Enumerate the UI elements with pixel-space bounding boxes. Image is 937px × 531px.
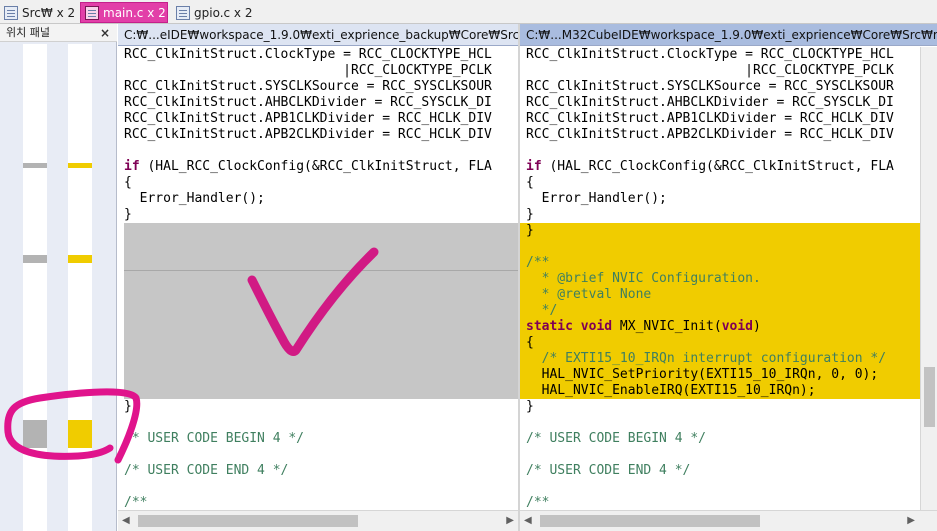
code-line: {	[526, 175, 534, 190]
code-line: HAL_NVIC_EnableIRQ(EXTI15_10_IRQn);	[526, 383, 816, 398]
code-line: |RCC_CLOCKTYPE_PCLK	[124, 63, 492, 78]
tab-label: Src₩ x 2	[22, 5, 76, 20]
code-line: RCC_ClkInitStruct.AHBCLKDivider = RCC_SY…	[124, 95, 492, 110]
location-pane: 위치 패널 ×	[0, 24, 117, 531]
tab-label: main.c x 2	[103, 5, 166, 20]
diff-marker-removed[interactable]	[23, 255, 47, 263]
scroll-thumb[interactable]	[924, 367, 935, 427]
scroll-left-icon[interactable]: ◀	[122, 514, 130, 528]
diff-marker-removed[interactable]	[23, 163, 47, 168]
code-line: }	[124, 207, 132, 222]
code-line: /* USER CODE BEGIN 4 */	[526, 431, 707, 446]
code-line: /* USER CODE BEGIN 4 */	[124, 431, 305, 446]
location-strip-right[interactable]	[68, 44, 92, 531]
scroll-thumb[interactable]	[540, 515, 760, 527]
left-file-path: C:₩...eIDE₩workspace_1.9.0₩exti_exprienc…	[118, 24, 518, 46]
code-line: * @retval None	[526, 287, 652, 302]
right-code-pane[interactable]: RCC_ClkInitStruct.ClockType = RCC_CLOCKT…	[520, 47, 920, 514]
code-line: RCC_ClkInitStruct.APB2CLKDivider = RCC_H…	[124, 127, 492, 142]
code-line: /* EXTI15_10_IRQn interrupt configuratio…	[526, 351, 887, 366]
right-file-path: C:₩...M32CubeIDE₩workspace_1.9.0₩exti_ex…	[520, 24, 937, 46]
scroll-left-icon[interactable]: ◀	[524, 514, 532, 528]
code-line: static void MX_NVIC_Init(void)	[526, 319, 761, 334]
tab-label: gpio.c x 2	[194, 5, 253, 20]
code-line: {	[124, 175, 132, 190]
code-line: }	[526, 207, 534, 222]
vertical-scrollbar[interactable]	[920, 47, 937, 510]
scroll-thumb[interactable]	[138, 515, 358, 527]
code-line: RCC_ClkInitStruct.APB2CLKDivider = RCC_H…	[526, 127, 894, 142]
diff-marker-added[interactable]	[68, 163, 92, 168]
folder-icon	[4, 5, 18, 20]
code-line: if (HAL_RCC_ClockConfig(&RCC_ClkInitStru…	[124, 159, 492, 174]
code-line: }	[526, 399, 534, 414]
code-line: RCC_ClkInitStruct.APB1CLKDivider = RCC_H…	[124, 111, 492, 126]
code-line: RCC_ClkInitStruct.ClockType = RCC_CLOCKT…	[124, 47, 492, 62]
close-icon[interactable]: ×	[100, 24, 110, 42]
tab-src-folder[interactable]: Src₩ x 2	[0, 2, 78, 23]
file-icon	[85, 5, 99, 20]
code-line: }	[124, 399, 132, 414]
code-line: */	[526, 303, 558, 318]
scroll-right-icon[interactable]: ▶	[506, 514, 514, 528]
code-line: /**	[526, 495, 550, 510]
code-line: * @brief NVIC Configuration.	[526, 271, 761, 286]
code-line: HAL_NVIC_SetPriority(EXTI15_10_IRQn, 0, …	[526, 367, 879, 382]
code-line: /* USER CODE END 4 */	[526, 463, 691, 478]
file-icon	[176, 5, 190, 20]
code-line: /**	[526, 255, 550, 270]
right-horizontal-scrollbar[interactable]: ◀ ▶	[520, 510, 937, 531]
code-line: {	[526, 335, 534, 350]
code-line: if (HAL_RCC_ClockConfig(&RCC_ClkInitStru…	[526, 159, 894, 174]
code-line: |RCC_CLOCKTYPE_PCLK	[526, 63, 894, 78]
tab-gpio-c[interactable]: gpio.c x 2	[172, 2, 254, 23]
editor-tab-bar: Src₩ x 2 main.c x 2 gpio.c x 2	[0, 0, 937, 24]
code-line: RCC_ClkInitStruct.ClockType = RCC_CLOCKT…	[526, 47, 894, 62]
diff-marker-added[interactable]	[68, 255, 92, 263]
scroll-right-icon[interactable]: ▶	[907, 514, 915, 528]
location-strip-left[interactable]	[23, 44, 47, 531]
code-line: }	[526, 223, 534, 238]
left-code-pane[interactable]: RCC_ClkInitStruct.ClockType = RCC_CLOCKT…	[118, 47, 518, 514]
tab-main-c[interactable]: main.c x 2	[80, 2, 168, 23]
code-line: Error_Handler();	[124, 191, 265, 206]
diff-marker-removed[interactable]	[23, 420, 47, 448]
code-line: Error_Handler();	[526, 191, 667, 206]
code-line: RCC_ClkInitStruct.SYSCLKSource = RCC_SYS…	[526, 79, 894, 94]
location-pane-title: 위치 패널	[6, 26, 50, 39]
code-line: RCC_ClkInitStruct.SYSCLKSource = RCC_SYS…	[124, 79, 492, 94]
diff-marker-added[interactable]	[68, 420, 92, 448]
left-horizontal-scrollbar[interactable]: ◀ ▶	[118, 510, 518, 531]
code-line: RCC_ClkInitStruct.AHBCLKDivider = RCC_SY…	[526, 95, 894, 110]
code-line: RCC_ClkInitStruct.APB1CLKDivider = RCC_H…	[526, 111, 894, 126]
code-line: /* USER CODE END 4 */	[124, 463, 289, 478]
code-line: /**	[124, 495, 148, 510]
